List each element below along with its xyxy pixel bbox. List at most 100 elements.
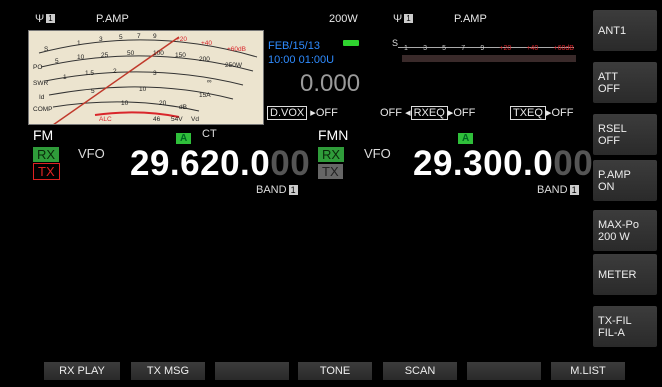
softkey-meter[interactable]: METER — [593, 254, 657, 295]
softkey-label: P.AMP — [598, 168, 631, 181]
meter-tick: 25 — [101, 52, 109, 59]
antenna-icon-sub: Ψ1 — [393, 13, 413, 25]
rxeq-status: OFF ◂ RXEQ ▸OFF — [380, 106, 476, 120]
softkey-label: TX-FIL — [598, 314, 632, 327]
bottom-key-m-list[interactable]: M.LIST — [551, 362, 625, 380]
meter-tick: Vd — [191, 116, 199, 123]
softkey-tx-fil[interactable]: TX-FIL FIL-A — [593, 306, 657, 347]
meter-face: S 1 3 5 7 9 +20 +40 +60dB PO 5 10 25 50 … — [33, 33, 258, 126]
smeter-sub-tick: +60dB — [553, 45, 574, 52]
bottom-key-rx-play[interactable]: RX PLAY — [44, 362, 120, 380]
meter-tick: 54V — [171, 116, 183, 123]
dvox-label: D.VOX — [267, 106, 308, 120]
main-band: BAND 1 — [256, 184, 298, 196]
rxeq-label: RXEQ — [410, 106, 448, 120]
main-vfo-label: VFO — [78, 146, 105, 161]
tx-label: TX — [318, 164, 343, 179]
rxeq-value: OFF — [453, 107, 476, 119]
main-ct-label: CT — [202, 128, 217, 140]
meter-tick: 1 — [77, 40, 81, 47]
softkey-value: 200 W — [598, 230, 630, 243]
softkey-rsel[interactable]: RSEL OFF — [593, 114, 657, 155]
meter-tick: 250W — [225, 62, 243, 69]
main-frequency-digits: 29.620.0 — [130, 144, 271, 183]
a-label: A — [176, 133, 192, 144]
antenna-number-badge: 1 — [46, 14, 55, 23]
meter-tick: dB — [179, 104, 187, 111]
meter-label-comp: COMP — [33, 106, 53, 113]
main-tx-badge: TX — [33, 163, 60, 181]
rx-label: RX — [33, 147, 60, 162]
bottom-key-tx-msg[interactable]: TX MSG — [131, 362, 205, 380]
main-frequency[interactable]: 29.620.000 — [130, 144, 310, 184]
softkey-pamp[interactable]: P.AMP ON — [593, 160, 657, 201]
main-rx-badge: RX — [33, 146, 60, 164]
date-display: FEB/15/13 — [268, 40, 320, 52]
power-indicator: 200W — [329, 13, 358, 25]
smeter-sub-tick: 3 — [423, 45, 427, 52]
bottom-key-tone[interactable]: TONE — [298, 362, 372, 380]
softkey-label: METER — [598, 268, 637, 281]
meter-tick: 2 — [113, 68, 117, 75]
meter-tick: 10 — [77, 54, 85, 61]
softkey-ant1[interactable]: ANT1 — [593, 10, 657, 51]
meter-tick: 7 — [137, 33, 141, 40]
meter-tick: 5 — [91, 88, 95, 95]
smeter-sub-tick: 1 — [404, 45, 408, 52]
meter-tick: 1 — [63, 74, 67, 81]
smeter-sub-tick: 9 — [480, 45, 485, 52]
meter-tick: +20 — [176, 36, 187, 43]
sub-tx-badge: TX — [318, 163, 343, 181]
smeter-sub-tick: +40 — [526, 45, 539, 52]
time-display: 10:00 01:00U — [268, 54, 335, 66]
bottom-key-blank-1[interactable] — [215, 362, 289, 380]
antenna-icon: Ψ1 — [35, 13, 55, 25]
softkey-label: MAX-Po — [598, 218, 639, 231]
softkey-value: FIL-A — [598, 326, 625, 339]
meter-tick: 3 — [99, 36, 103, 43]
sub-frequency[interactable]: 29.300.000 — [413, 144, 593, 184]
main-frequency-dim-digits: 00 — [270, 144, 311, 183]
sub-band: BAND 1 — [537, 184, 579, 196]
meter-tick: 10 — [139, 86, 147, 93]
softkey-label: ATT — [598, 70, 618, 83]
preamp-indicator-sub: P.AMP — [454, 13, 487, 25]
bottom-key-scan[interactable]: SCAN — [383, 362, 457, 380]
smeter-sub-tick: 7 — [461, 45, 466, 52]
meter-tick: 10 — [121, 100, 129, 107]
offset-frequency: 0.000 — [300, 70, 361, 97]
band-number: 1 — [569, 185, 579, 195]
sub-frequency-dim-digits: 00 — [553, 144, 594, 183]
meter-tick: 3 — [153, 70, 157, 77]
sub-frequency-digits: 29.300.0 — [413, 144, 554, 183]
meter-tick: 50 — [127, 50, 135, 57]
smeter-sub-ticks: 1 3 5 7 9 +20 +40 +60dB — [404, 45, 574, 52]
meter-label-id: Id — [39, 94, 45, 101]
meter-tick: 150 — [175, 52, 186, 59]
meter-label-alc: ALC — [99, 116, 112, 123]
dvox-status: D.VOX ▸OFF — [267, 106, 338, 120]
band-number: 1 — [288, 185, 298, 195]
txeq-label: TXEQ — [510, 106, 546, 120]
meter-tick: 100 — [153, 50, 164, 57]
arrow-left-icon: ◂ — [405, 107, 411, 119]
meter-tick: 20 — [159, 100, 167, 107]
meter-tick: 200 — [199, 56, 210, 63]
softkey-att[interactable]: ATT OFF — [593, 62, 657, 103]
meter-tick: 1.5 — [85, 70, 94, 77]
softkey-value: ON — [598, 180, 615, 193]
meter-label-po: PO — [33, 64, 42, 71]
dvox-value: OFF — [315, 107, 338, 119]
softkey-label: RSEL — [598, 122, 627, 135]
meter-tick: +40 — [201, 40, 212, 47]
softkey-max-po[interactable]: MAX-Po 200 W — [593, 210, 657, 251]
meter-tick: 5 — [119, 34, 123, 41]
softkey-label: ANT1 — [598, 24, 627, 37]
bottom-key-blank-2[interactable] — [467, 362, 541, 380]
sub-vfo-label: VFO — [364, 146, 391, 161]
smeter-sub-bar — [402, 55, 576, 62]
smeter-sub-tick: +20 — [499, 45, 512, 52]
meter-tick: +60dB — [227, 46, 246, 53]
meter-tick: ∞ — [207, 78, 212, 85]
txeq-status: TXEQ ▸OFF — [510, 106, 573, 120]
